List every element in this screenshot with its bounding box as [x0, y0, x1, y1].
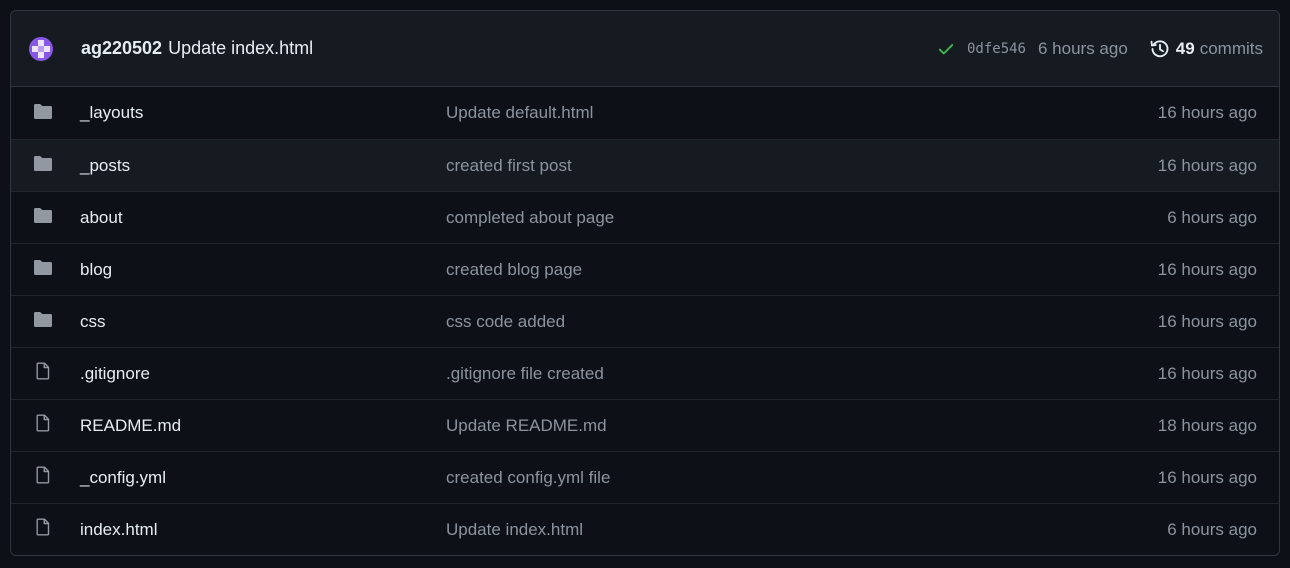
- commit-age: 6 hours ago: [1038, 38, 1128, 58]
- commits-link[interactable]: 49 commits: [1150, 39, 1263, 59]
- file-name[interactable]: css: [80, 312, 106, 332]
- file-row-config-yml[interactable]: _config.yml created config.yml file 16 h…: [11, 451, 1279, 503]
- file-name[interactable]: about: [80, 208, 123, 228]
- folder-icon: [34, 156, 52, 171]
- file-commit-age: 6 hours ago: [1167, 519, 1257, 539]
- file-name[interactable]: .gitignore: [80, 364, 150, 384]
- file-commit-message[interactable]: Update default.html: [446, 103, 593, 123]
- file-commit-age: 16 hours ago: [1157, 155, 1257, 175]
- file-row-css[interactable]: css css code added 16 hours ago: [11, 295, 1279, 347]
- folder-icon: [34, 103, 52, 119]
- file-row-about[interactable]: about completed about page 6 hours ago: [11, 191, 1279, 243]
- file-commit-message[interactable]: Update index.html: [446, 520, 583, 540]
- file-commit-message[interactable]: created config.yml file: [446, 468, 610, 488]
- file-name[interactable]: _layouts: [80, 103, 143, 123]
- commit-sha[interactable]: 0dfe546: [967, 41, 1026, 57]
- file-row-readme-md[interactable]: README.md Update README.md 18 hours ago: [11, 399, 1279, 451]
- file-commit-message[interactable]: created blog page: [446, 260, 582, 280]
- commit-message[interactable]: Update index.html: [168, 38, 313, 59]
- file-commit-age: 16 hours ago: [1157, 259, 1257, 279]
- folder-icon: [34, 260, 52, 275]
- file-icon: [36, 518, 50, 536]
- file-icon: [36, 414, 50, 432]
- file-commit-age: 16 hours ago: [1157, 311, 1257, 331]
- file-name[interactable]: _config.yml: [80, 468, 166, 488]
- commits-label: commits: [1199, 38, 1263, 58]
- folder-icon: [34, 312, 52, 327]
- file-commit-age: 16 hours ago: [1157, 363, 1257, 383]
- file-row-blog[interactable]: blog created blog page 16 hours ago: [11, 243, 1279, 295]
- file-commit-message[interactable]: created first post: [446, 156, 572, 176]
- file-commit-age: 6 hours ago: [1167, 207, 1257, 227]
- commit-meta: 0dfe546 6 hours ago 49 commits: [937, 39, 1263, 59]
- file-row-posts[interactable]: _posts created first post 16 hours ago: [11, 139, 1279, 191]
- avatar[interactable]: [29, 36, 53, 61]
- commit-author[interactable]: ag220502: [81, 38, 162, 59]
- file-list: _layouts Update default.html 16 hours ag…: [11, 87, 1279, 555]
- file-name[interactable]: README.md: [80, 416, 181, 436]
- check-icon[interactable]: [937, 40, 955, 58]
- latest-commit-bar: ag220502 Update index.html 0dfe546 6 hou…: [11, 11, 1279, 87]
- file-name[interactable]: blog: [80, 260, 112, 280]
- file-name[interactable]: _posts: [80, 156, 130, 176]
- file-browser: ag220502 Update index.html 0dfe546 6 hou…: [10, 10, 1280, 556]
- file-commit-message[interactable]: .gitignore file created: [446, 364, 604, 384]
- file-commit-age: 16 hours ago: [1157, 467, 1257, 487]
- file-row-index-html[interactable]: index.html Update index.html 6 hours ago: [11, 503, 1279, 555]
- commit-count: 49: [1175, 38, 1195, 58]
- folder-icon: [34, 208, 52, 223]
- file-commit-message[interactable]: completed about page: [446, 208, 614, 228]
- file-row-layouts[interactable]: _layouts Update default.html 16 hours ag…: [11, 87, 1279, 139]
- file-commit-message[interactable]: Update README.md: [446, 416, 607, 436]
- file-commit-message[interactable]: css code added: [446, 312, 565, 332]
- file-name[interactable]: index.html: [80, 520, 157, 540]
- file-icon: [36, 466, 50, 484]
- file-icon: [36, 362, 50, 380]
- file-row-gitignore[interactable]: .gitignore .gitignore file created 16 ho…: [11, 347, 1279, 399]
- history-icon: [1150, 39, 1169, 57]
- file-commit-age: 18 hours ago: [1157, 415, 1257, 435]
- file-commit-age: 16 hours ago: [1157, 103, 1257, 122]
